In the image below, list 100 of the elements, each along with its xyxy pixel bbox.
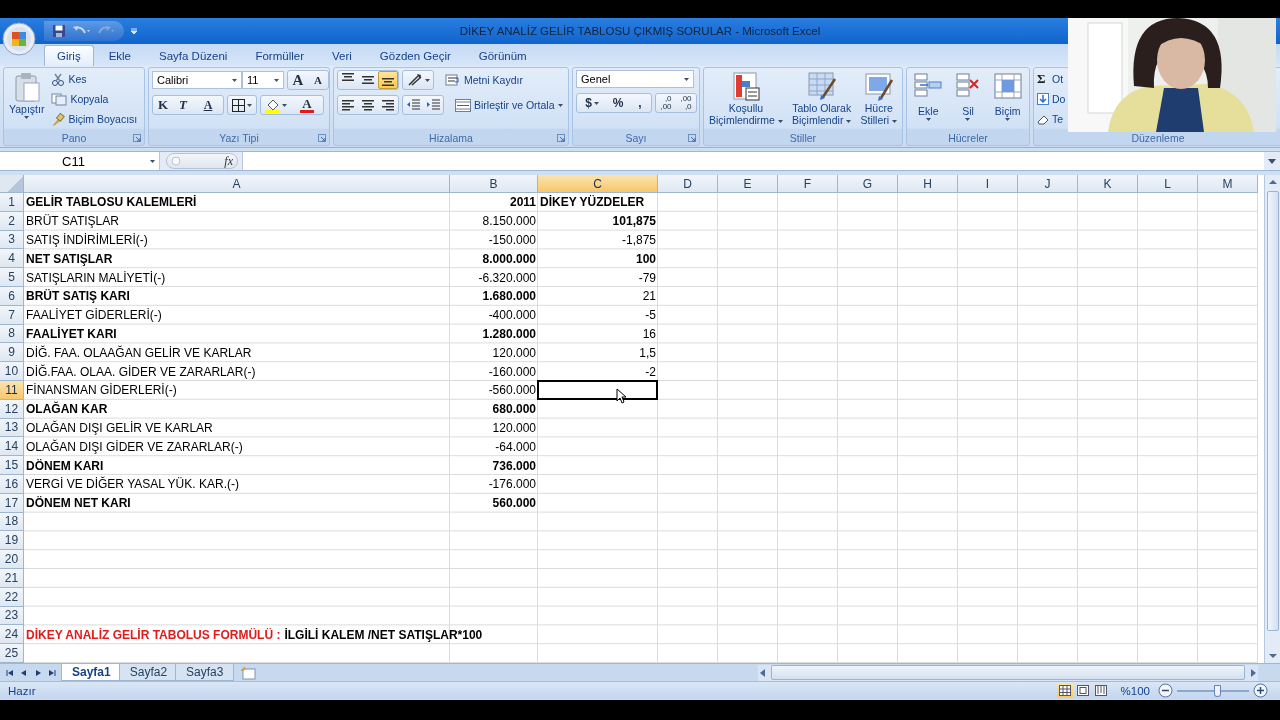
- vertical-scrollbar[interactable]: [1264, 175, 1280, 663]
- scroll-thumb[interactable]: [1266, 191, 1279, 631]
- name-box[interactable]: C11: [0, 152, 160, 170]
- column-header[interactable]: H: [898, 175, 958, 193]
- slider-thumb[interactable]: [1213, 684, 1221, 697]
- column-header[interactable]: L: [1138, 175, 1198, 193]
- table-cell: FAALİYET KARI: [26, 326, 117, 341]
- column-header[interactable]: B: [450, 175, 538, 193]
- number-format-field[interactable]: Genel: [576, 70, 694, 88]
- view-button[interactable]: [1092, 683, 1109, 698]
- table-cell: -6.320.000: [478, 270, 536, 285]
- orientation-button[interactable]: [402, 70, 434, 90]
- ribbon-button[interactable]: Te: [1037, 110, 1066, 128]
- eraser-icon: [1037, 113, 1049, 125]
- caret-icon: [232, 78, 237, 82]
- horizontal-scrollbar[interactable]: [758, 664, 1258, 681]
- cells-button[interactable]: Ekle: [911, 70, 946, 122]
- ribbon-tab[interactable]: Gözden Geçir: [366, 45, 464, 66]
- font-size-field[interactable]: 11: [242, 71, 284, 89]
- ribbon-button[interactable]: Kes: [49, 70, 140, 88]
- caret-icon: [684, 77, 689, 81]
- table-cell: -79: [638, 270, 656, 285]
- column-header[interactable]: J: [1018, 175, 1078, 193]
- align-left-icon: [341, 98, 355, 112]
- ribbon-tab[interactable]: Veri: [319, 45, 365, 66]
- circle-icon: [171, 156, 181, 166]
- row-header[interactable]: 1: [0, 193, 24, 212]
- row-header[interactable]: 20: [0, 550, 24, 569]
- decrease-decimal-button[interactable]: ,00 ,0: [676, 94, 696, 112]
- row-header[interactable]: 9: [0, 343, 24, 363]
- bold-button[interactable]: K: [153, 96, 173, 114]
- cells-button[interactable]: Sil: [951, 70, 985, 122]
- view-button[interactable]: [1074, 683, 1091, 698]
- insert-function-button[interactable]: fx: [166, 153, 238, 169]
- scroll-thumb[interactable]: [771, 665, 1245, 680]
- ribbon-button[interactable]: Do: [1037, 90, 1066, 108]
- view-button[interactable]: [1056, 683, 1073, 698]
- column-header[interactable]: K: [1078, 175, 1138, 193]
- row-header[interactable]: 24: [0, 625, 24, 645]
- column-header[interactable]: E: [718, 175, 778, 193]
- column-header[interactable]: A: [24, 175, 450, 193]
- merge-center-button[interactable]: Birleştir ve Ortala: [453, 96, 565, 114]
- column-header[interactable]: D: [658, 175, 718, 193]
- number-format-button[interactable]: $: [577, 94, 607, 112]
- indent-icon: [426, 98, 440, 112]
- ribbon-tab[interactable]: Görünüm: [465, 45, 540, 66]
- styles-button[interactable]: Hücre Stilleri: [858, 70, 899, 127]
- zoom-level[interactable]: %100: [1120, 684, 1150, 697]
- sheet-tab[interactable]: Sayfa3: [175, 664, 235, 681]
- ribbon-button[interactable]: Biçim Boyacısı: [49, 110, 140, 128]
- cells-button[interactable]: Biçim: [990, 70, 1025, 122]
- table-cell: FİNANSMAN GİDERLERİ(-): [26, 383, 177, 398]
- row-header[interactable]: 14: [0, 437, 24, 457]
- styles-button[interactable]: Koşullu Biçimlendirme: [707, 70, 785, 127]
- italic-button[interactable]: T: [173, 96, 193, 114]
- row-header[interactable]: 4: [0, 249, 24, 269]
- font-color-button[interactable]: A: [291, 96, 323, 114]
- align-middle-icon: [361, 76, 375, 84]
- increase-decimal-button[interactable]: ,0 ,00: [656, 94, 676, 112]
- column-header[interactable]: G: [838, 175, 898, 193]
- cell-format-icon: [992, 71, 1023, 99]
- caret-icon: [150, 159, 155, 163]
- ribbon-button[interactable]: Σ Ot: [1037, 70, 1066, 88]
- number-format-button[interactable]: %: [607, 94, 629, 112]
- column-header[interactable]: M: [1198, 175, 1258, 193]
- row-header[interactable]: 15: [0, 456, 24, 475]
- paste-button[interactable]: Yapıştır: [7, 70, 47, 120]
- row-header[interactable]: 25: [0, 644, 24, 663]
- ribbon-tab[interactable]: Ekle: [95, 45, 144, 66]
- angled-text-icon: [406, 73, 423, 87]
- column-header[interactable]: F: [778, 175, 838, 193]
- table-cell: GELİR TABLOSU KALEMLERİ: [26, 195, 197, 210]
- column-header[interactable]: C: [538, 175, 658, 193]
- formula-field[interactable]: [242, 152, 1264, 170]
- row-header[interactable]: 5: [0, 268, 24, 287]
- ribbon-tab[interactable]: Sayfa Düzeni: [146, 45, 241, 66]
- borders-button[interactable]: [227, 95, 257, 115]
- table-cell: 736.000: [492, 458, 536, 473]
- borders-icon: [232, 98, 245, 112]
- shrink-font-button[interactable]: A: [308, 71, 328, 89]
- table-cell: 560.000: [492, 496, 536, 511]
- row-header[interactable]: 10: [0, 362, 24, 381]
- table-cell: -160.000: [488, 364, 536, 379]
- grow-font-button[interactable]: A: [288, 71, 308, 89]
- page-layout-icon: [1076, 685, 1089, 696]
- ribbon-tab[interactable]: Giriş: [44, 45, 94, 66]
- align-button[interactable]: [378, 71, 398, 89]
- number-format-button[interactable]: ,: [629, 94, 651, 112]
- table-cell: BRÜT SATIŞ KARI: [26, 289, 130, 304]
- font-name-field[interactable]: Calibri: [152, 71, 242, 89]
- column-header[interactable]: I: [958, 175, 1018, 193]
- row-header[interactable]: 19: [0, 531, 24, 551]
- styles-button[interactable]: Tablo Olarak Biçimlendir: [790, 70, 854, 127]
- wrap-text-button[interactable]: Metni Kaydır: [443, 71, 525, 89]
- ribbon-tab[interactable]: Formüller: [242, 45, 317, 66]
- selected-cell[interactable]: [537, 379, 658, 400]
- sheet-tab[interactable]: Sayfa1: [61, 664, 122, 681]
- underline-button[interactable]: A: [193, 96, 223, 114]
- ribbon-button[interactable]: Kopyala: [49, 90, 140, 108]
- caret-icon: [593, 101, 599, 105]
